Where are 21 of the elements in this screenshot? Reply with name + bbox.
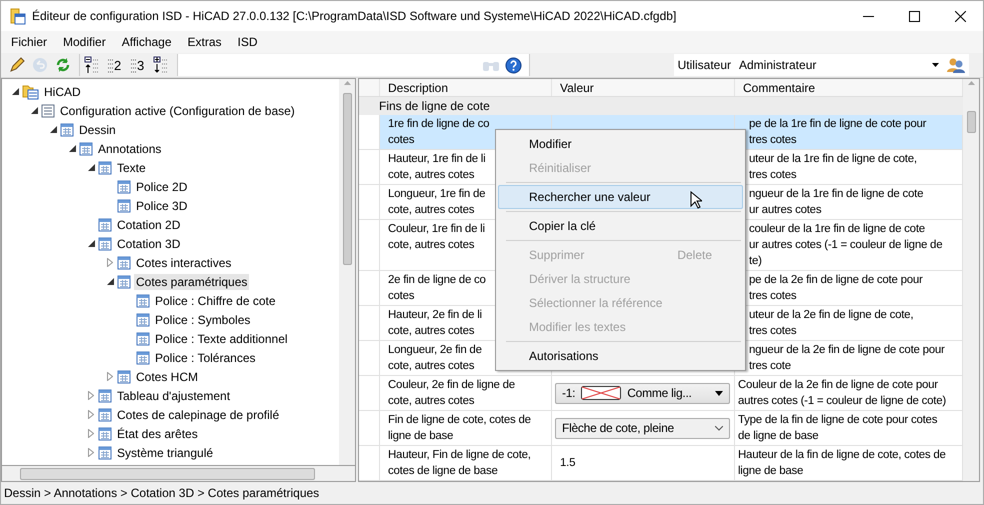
comment-text: Couleur de la 2e fin de ligne de cote pour autres cotes (-1 = couleur de ligne de cote) [738, 378, 946, 409]
comment-text: Type de la fin de ligne de cote pour cotes de ligne de base [738, 413, 938, 444]
description-text: Couleur, 1re fin de li cote, autres cotes [388, 222, 485, 253]
description-text: 1re fin de ligne de co cotes [388, 117, 490, 148]
window-title: Éditeur de configuration ISD - HiCAD 27.0.0.132 [C:\ProgramData\ISD Software und Systeme\HiCAD 2022\HiCAD.cfgdb] [32, 9, 678, 23]
description-text: Couleur, 2e fin de ligne de cote, autres cotes [388, 378, 515, 409]
comment-text: ngueur de la 2e fin de ligne de cote pour tres cote [749, 343, 945, 374]
value-text: 1.5 [560, 456, 576, 471]
group-header: Fins de ligne de cote [359, 97, 963, 115]
description-text: 2e fin de ligne de co cotes [388, 273, 486, 304]
breadcrumb-path: Dessin > Annotations > Cotation 3D > Cotes paramétriques [3, 485, 320, 502]
comment-text: couleur de la 1re fin de ligne de cote ur autres cotes (-1 = couleur de ligne de te) [749, 222, 942, 269]
description-text: Fin de ligne de cote, cotes de ligne de base [388, 413, 531, 444]
shortcut-text: Delete [677, 248, 712, 262]
user-label: Utilisateur [678, 58, 731, 72]
description-text: Hauteur, 2e fin de li cote, autres cotes [388, 308, 482, 339]
description-text: Longueur, 1re fin de cote, autres cotes [388, 187, 486, 218]
description-text: Hauteur, Fin de ligne de cote, cotes de ligne de base [388, 448, 531, 479]
description-text: Hauteur, 1re fin de li cote, autres cotes [388, 152, 486, 183]
comment-text: Hauteur de la fin de ligne de cote, cotes de ligne de base [738, 448, 946, 479]
description-text: Longueur, 2e fin de cote, autres cotes [388, 343, 482, 374]
